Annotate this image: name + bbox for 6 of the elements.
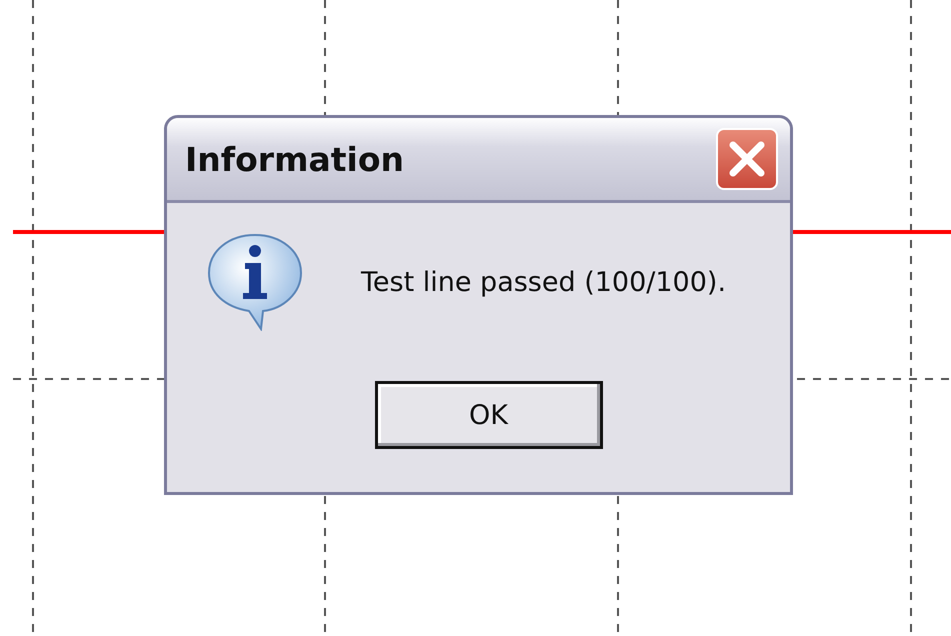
close-icon xyxy=(728,140,766,178)
info-icon xyxy=(207,233,303,331)
ok-button[interactable]: OK xyxy=(374,381,602,449)
message-text: Test line passed (100/100). xyxy=(361,266,726,298)
dialog-title: Information xyxy=(185,140,404,178)
close-button[interactable] xyxy=(716,128,778,190)
